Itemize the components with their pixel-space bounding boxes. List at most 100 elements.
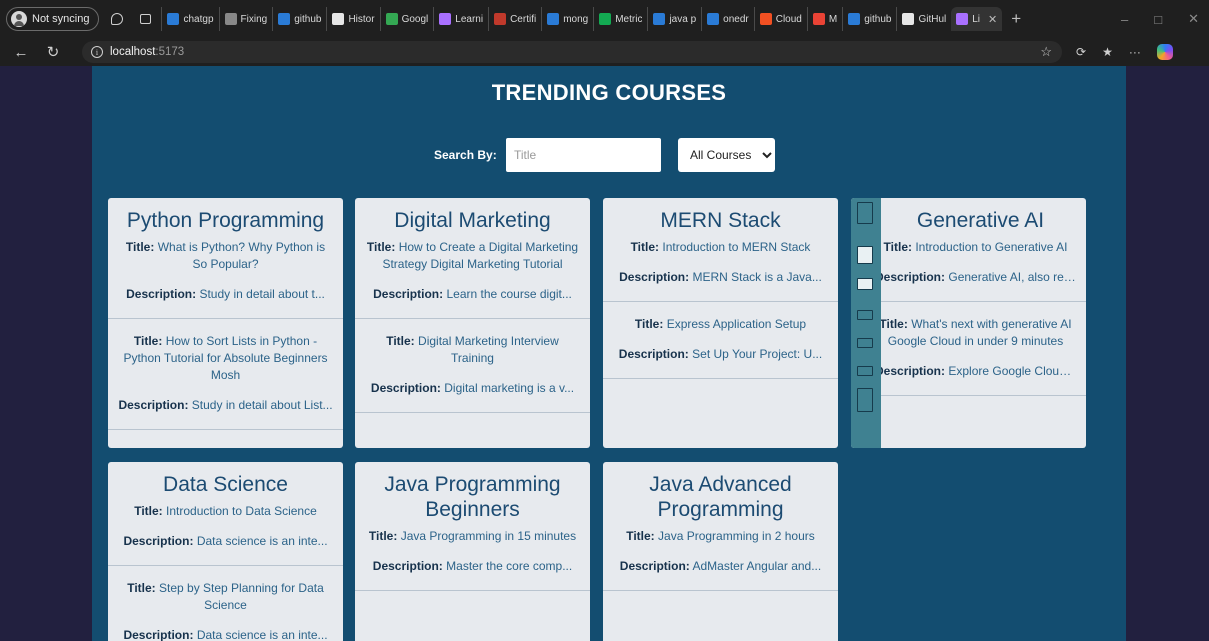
profile-status-label: Not syncing [32, 13, 90, 25]
workspaces-icon[interactable] [107, 9, 127, 29]
browser-tab[interactable]: Metric [593, 7, 647, 31]
video-divider [851, 301, 1086, 302]
video-title: Title: How to Sort Lists in Python - Pyt… [108, 333, 343, 384]
close-window-icon[interactable]: ✕ [1188, 11, 1199, 27]
video-divider [355, 318, 590, 319]
video-title: Title: Java Programming in 15 minutes [355, 528, 590, 545]
browser-tab[interactable]: java p [647, 7, 701, 31]
browser-tab[interactable]: Googl [379, 7, 434, 31]
video-description-label: Description: [123, 628, 194, 641]
browser-tab[interactable]: Li ✕ [951, 7, 1003, 31]
tab-favicon-icon [599, 13, 612, 25]
tab-title: Li [972, 13, 981, 25]
browser-tab[interactable]: github [272, 7, 326, 31]
tab-title: Certifi [510, 13, 537, 25]
browser-tab[interactable]: Fixing [218, 7, 273, 31]
tab-favicon-icon [332, 13, 345, 25]
video-description-label: Description: [118, 398, 189, 412]
video-description: Description: Learn the course digit... [355, 286, 590, 303]
video-description-label: Description: [373, 287, 444, 301]
video-title: Title: Express Application Setup [603, 316, 838, 333]
url-field[interactable]: i localhost:5173 ☆ [82, 41, 1062, 63]
video-divider [355, 590, 590, 591]
new-tab-icon[interactable]: + [1011, 9, 1021, 29]
browser-tab[interactable]: M [806, 7, 842, 31]
course-card[interactable]: Java Programming Beginners Title: Java Pr… [355, 462, 590, 641]
course-name: MERN Stack [660, 209, 781, 232]
profile-button[interactable]: Not syncing [6, 7, 100, 31]
more-menu-icon[interactable]: ··· [1129, 45, 1141, 59]
course-card[interactable]: Digital Marketing Title: How to Create a … [355, 198, 590, 448]
course-name: Digital Marketing [394, 209, 551, 232]
video-description-text: Data science is an inte... [196, 628, 328, 641]
video-title-label: Title: [626, 529, 655, 543]
tab-list: chatgp Fixing github Histor Googl Learni Certi… [161, 0, 1003, 38]
course-card[interactable]: Python Programming Title: What is Python?… [108, 198, 343, 448]
browser-tab[interactable]: github [842, 7, 896, 31]
tab-favicon-icon [707, 13, 720, 25]
video-title: Title: Step by Step Planning for Data Sc… [108, 580, 343, 614]
browser-tab[interactable]: Certifi [488, 7, 541, 31]
course-filter-select[interactable]: All Courses [678, 138, 775, 172]
tab-favicon-icon [167, 13, 180, 25]
browser-tab[interactable]: GitHul [896, 7, 951, 31]
browser-tab[interactable]: Cloud [753, 7, 807, 31]
course-name: Data Science [163, 473, 288, 496]
page-viewport: TRENDING COURSES Search By: All Courses … [0, 66, 1209, 641]
tab-actions-icon[interactable] [135, 9, 155, 29]
video-description: Description: Explore Google Cloud'... [851, 363, 1086, 380]
video-divider [108, 318, 343, 319]
back-icon[interactable]: ← [10, 44, 32, 61]
courses-panel: TRENDING COURSES Search By: All Courses … [92, 66, 1126, 641]
browser-tab[interactable]: Histor [326, 7, 379, 31]
video-description: Description: Digital marketing is a v... [355, 380, 590, 397]
tab-title: GitHul [918, 13, 947, 25]
video-title: Title: Introduction to Data Science [108, 503, 343, 520]
favorite-star-icon[interactable]: ☆ [1040, 44, 1052, 60]
video-title-label: Title: [634, 317, 664, 331]
video-title-label: Title: [127, 581, 156, 595]
favorites-icon[interactable]: ★ [1102, 45, 1113, 59]
browser-tab[interactable]: mong [541, 7, 593, 31]
video-description: Description: AdMaster Angular and... [603, 558, 838, 575]
close-tab-icon[interactable]: ✕ [988, 13, 997, 26]
browser-tab[interactable]: onedr [701, 7, 754, 31]
video-title: Title: What's next with generative AI Go… [851, 316, 1086, 350]
video-title-text: Introduction to Generative AI [915, 240, 1068, 254]
video-divider [108, 429, 343, 430]
course-card[interactable]: Data Science Title: Introduction to Data … [108, 462, 343, 641]
site-info-icon[interactable]: i [91, 46, 103, 58]
tab-title: mong [563, 13, 589, 25]
course-name: Python Programming [126, 209, 325, 232]
video-title-text: Step by Step Planning for Data Science [159, 581, 324, 612]
video-description: Description: Master the core comp... [355, 558, 590, 575]
refresh-icon[interactable]: ↻ [42, 43, 64, 61]
video-title-text: What's next with generative AI Google Cl… [887, 317, 1072, 348]
copilot-icon[interactable] [1156, 44, 1173, 60]
video-divider [851, 395, 1086, 396]
video-title: Title: How to Create a Digital Marketing… [355, 239, 590, 273]
video-divider [603, 378, 838, 379]
search-input[interactable] [506, 138, 661, 172]
video-description: Description: Study in detail about t... [108, 286, 343, 303]
thumbnail-mark [857, 338, 873, 348]
course-card[interactable]: Generative AI Title: Introduction to Gene… [851, 198, 1086, 448]
browser-tab[interactable]: Learni [433, 7, 488, 31]
video-divider [603, 301, 838, 302]
thumbnail-mark [857, 310, 873, 320]
video-description-text: AdMaster Angular and... [692, 559, 822, 573]
thumbnail-strip [851, 198, 881, 448]
video-title-label: Title: [883, 240, 912, 254]
minimize-icon[interactable]: – [1121, 12, 1128, 27]
course-card[interactable]: MERN Stack Title: Introduction to MERN St… [603, 198, 838, 448]
course-card[interactable]: Java Advanced Programming Title: Java Pro… [603, 462, 838, 641]
maximize-icon[interactable]: □ [1154, 12, 1162, 27]
browser-essentials-icon[interactable]: ⟳ [1076, 45, 1086, 59]
tab-favicon-icon [653, 13, 666, 25]
video-description-text: Digital marketing is a v... [444, 381, 575, 395]
video-title: Title: What is Python? Why Python is So … [108, 239, 343, 273]
video-title: Title: Introduction to MERN Stack [603, 239, 838, 256]
video-divider [108, 565, 343, 566]
browser-tab[interactable]: chatgp [161, 7, 218, 31]
video-title-text: Express Application Setup [666, 317, 807, 331]
